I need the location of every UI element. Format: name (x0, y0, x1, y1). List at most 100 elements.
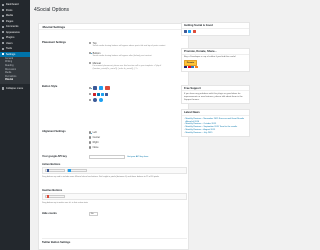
submenu-item-4social[interactable]: 4Social (0, 79, 30, 83)
alignment-radio-left[interactable] (89, 131, 93, 135)
dashboard-icon (2, 3, 5, 6)
google-follow-icon[interactable] (192, 30, 196, 34)
button-style-options (89, 85, 185, 103)
alignment-option-label: Center (92, 136, 101, 139)
payment-cards (184, 66, 247, 69)
facebook-round-icon (92, 97, 98, 103)
donate-button[interactable]: Donate (184, 60, 198, 66)
alignment-option-label: Left (92, 131, 97, 134)
brush-icon (2, 31, 5, 34)
twitter-small-icon (101, 92, 105, 96)
active-buttons-desc: Drag buttons up and to include more 4Soc… (42, 175, 160, 178)
placement-option-desc: For manual placement, please use this fu… (92, 65, 162, 70)
alignment-option-none[interactable]: None (89, 145, 185, 150)
news-widget: Latest News Monthly Reviews – November 2… (181, 109, 250, 138)
sidebar-item-label: Settings (5, 52, 16, 56)
inactive-buttons-label: Inactive Buttons (42, 189, 63, 192)
donate-widget: Promote, Donate, Share... Buy a Develope… (181, 48, 250, 72)
page-title: 4Social Options (34, 7, 70, 13)
active-button-twitter[interactable] (66, 168, 87, 173)
sidebar-item-label: Dashboard (5, 3, 19, 7)
button-style-label: Button Style (42, 85, 58, 88)
api-key-row: Your google API key Get your API key her… (42, 155, 187, 161)
sidebar-item-label: Appearance (5, 30, 20, 34)
settings-panel-title: 4Social Settings (39, 24, 188, 30)
collapse-icon (2, 87, 5, 90)
discover-icon (194, 66, 198, 69)
inactive-buttons-row: Inactive Buttons Drag buttons up to make… (42, 189, 187, 207)
linkedin-icon (96, 92, 100, 96)
support-widget: Free Support If you have any problems wi… (181, 84, 250, 105)
facebook-icon (92, 85, 98, 91)
plugin-icon (2, 36, 5, 39)
style-preview-small (92, 92, 109, 96)
settings-submenu: General Writing Reading Discussion Media Perm… (0, 57, 30, 84)
placement-options: Top Social media sharing buttons will app… (89, 41, 185, 74)
sidebar-item-label: Users (5, 41, 13, 45)
api-key-body: Get your API key here (89, 155, 185, 159)
placement-option-bottom: Bottom Social media sharing buttons will … (89, 51, 185, 58)
donate-widget-body: Buy a Developer a cup of coffee if you f… (182, 55, 249, 71)
inactive-buttons-desc: Drag buttons up to make sure it's in fir… (42, 201, 88, 204)
active-buttons-dropzone[interactable] (42, 167, 187, 174)
inactive-button-google[interactable] (45, 194, 65, 199)
alignment-radio-none[interactable] (89, 146, 92, 149)
wrench-icon (2, 47, 5, 50)
facebook-follow-icon[interactable] (184, 30, 187, 34)
sidebar-top-menu: Dashboard Posts Media Pages Comments Appearan… (0, 2, 30, 52)
donate-text: Buy a Developer a cup of coffee if you f… (184, 56, 236, 59)
hide-counts-select[interactable]: No (89, 212, 98, 216)
style-option-3[interactable] (89, 97, 185, 103)
style-radio-1[interactable] (89, 86, 93, 90)
placement-option-desc: Social media sharing buttons will appear… (92, 55, 152, 58)
amex-icon (191, 66, 194, 69)
inactive-buttons-dropzone[interactable] (42, 193, 187, 200)
sidebar-item-label: Comments (5, 25, 19, 29)
alignment-row: Alignment Settings Left Center Right None (42, 130, 187, 152)
comments-icon (2, 25, 5, 28)
news-list: Monthly Reviews – November 2015 Success … (182, 116, 249, 136)
placement-radio-manual[interactable] (89, 61, 92, 65)
placement-option-top: Top Social media sharing buttons will app… (89, 41, 185, 48)
style-radio-3[interactable] (89, 98, 92, 102)
facebook-small-icon (105, 92, 109, 96)
pinterest-icon (92, 92, 96, 96)
placement-option-desc: Social media sharing buttons will appear… (92, 45, 166, 47)
placement-option-manual: Manual For manual placement, please use t… (89, 61, 185, 70)
active-buttons-label: Active Buttons (42, 163, 61, 166)
sidebar-item-label: Collapse menu (5, 87, 24, 90)
widgets-column: Getting Social is Good Promote, Donate, … (181, 22, 250, 142)
users-icon (2, 42, 5, 45)
media-icon (2, 14, 5, 17)
sidebar-item-label: Pages (5, 19, 14, 23)
get-api-key-link[interactable]: Get your API key here (127, 156, 148, 158)
sidebar-item-label: Posts (5, 8, 13, 12)
api-key-input[interactable] (89, 155, 125, 159)
twitter-icon (98, 85, 104, 91)
alignment-radio-center[interactable] (89, 136, 92, 139)
sidebar-item-collapse-menu[interactable]: Collapse menu (0, 86, 30, 92)
twitter-follow-icon[interactable] (188, 30, 192, 34)
sidebar-item-label: Media (5, 14, 13, 18)
placement-radio-top[interactable] (89, 41, 92, 45)
news-link[interactable]: Monthly Reviews – July 2015 (184, 132, 247, 135)
hide-counts-row: Hide counts No (42, 212, 187, 218)
sidebar-item-label: Plugins (5, 36, 15, 40)
admin-sidebar: Dashboard Posts Media Pages Comments Appearan… (0, 0, 30, 250)
support-widget-body: If you have any problems with this plugi… (184, 93, 243, 101)
active-button-facebook[interactable] (45, 168, 65, 173)
style-preview-round (92, 97, 104, 103)
api-key-label: Your google API key (42, 155, 67, 158)
sidebar-item-label: Tools (5, 47, 12, 51)
alignment-radio-right[interactable] (89, 141, 92, 144)
alignment-label: Alignment Settings (42, 130, 66, 133)
hide-counts-label: Hide counts (42, 212, 57, 215)
main-content: 4Social Options 4Social Settings Placeme… (30, 0, 250, 250)
placement-radio-bottom[interactable] (89, 51, 93, 55)
settings-icon (2, 53, 5, 56)
style-radio-2[interactable] (89, 92, 92, 96)
alignment-options: Left Center Right None (89, 130, 185, 150)
active-buttons-row: Active Buttons Drag buttons up and to in… (42, 163, 187, 185)
social-widget-body (182, 29, 249, 36)
pin-icon (2, 9, 5, 12)
